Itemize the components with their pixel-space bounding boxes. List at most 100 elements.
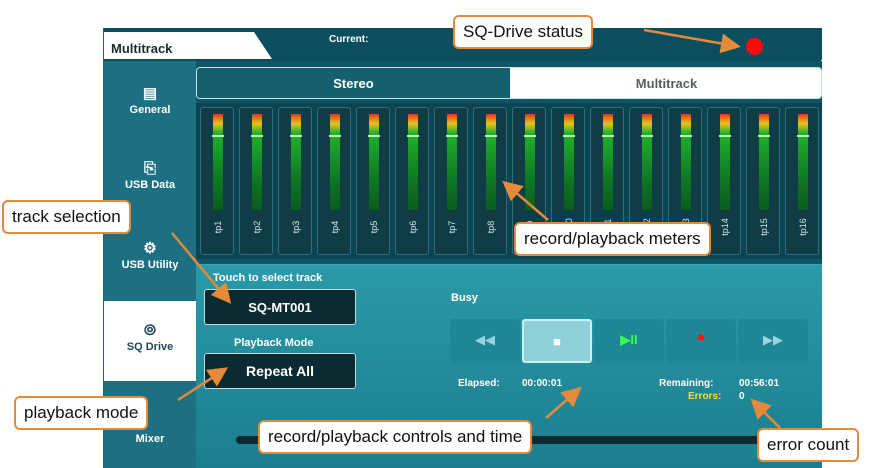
sidebar-item-label: USB Utility <box>121 259 179 271</box>
record-button[interactable]: ● <box>666 319 736 363</box>
track-meter[interactable]: tp2 <box>239 107 273 255</box>
play-pause-button[interactable]: ▶II <box>594 319 664 363</box>
meter-label: tp3 <box>291 220 301 234</box>
meter-bar <box>525 114 535 210</box>
sidebar-item-sq-drive[interactable]: ⦾ SQ Drive <box>104 301 196 381</box>
remaining-value: 00:56:01 <box>739 378 780 389</box>
playback-mode-button[interactable]: Repeat All <box>204 353 356 389</box>
meter-peak <box>758 135 770 137</box>
callout-track-selection: track selection <box>2 200 131 234</box>
callout-error-count: error count <box>757 428 860 462</box>
meter-bar <box>642 114 652 210</box>
playback-mode-label: Playback Mode <box>234 337 314 349</box>
meter-label: tp6 <box>408 220 418 234</box>
meter-bar <box>408 114 418 210</box>
main-content: Stereo Multitrack tp1 tp2 tp3 tp4 tp5 tp… <box>196 61 822 468</box>
screen-tab-title: Multitrack <box>104 32 272 59</box>
meter-label: tp14 <box>720 218 730 236</box>
stop-button[interactable]: ■ <box>522 319 592 363</box>
meter-bar <box>603 114 613 210</box>
meter-bar <box>798 114 808 210</box>
track-meter[interactable]: tp5 <box>356 107 390 255</box>
meter-bar <box>564 114 574 210</box>
errors-label: Errors: <box>688 391 722 402</box>
callout-sq-drive-status: SQ-Drive status <box>453 15 593 49</box>
track-meter[interactable]: tp6 <box>395 107 429 255</box>
remaining-label: Remaining: <box>659 378 714 389</box>
callout-playback-mode: playback mode <box>14 396 149 430</box>
track-meter[interactable]: tp7 <box>434 107 468 255</box>
meter-peak <box>602 135 614 137</box>
rewind-button[interactable]: ◀◀ <box>450 319 520 363</box>
elapsed-label: Elapsed: <box>458 378 500 389</box>
usb-utility-icon: ⚙ <box>143 240 157 257</box>
current-label: Current: <box>329 34 369 45</box>
callout-controls-time: record/playback controls and time <box>258 420 533 454</box>
meter-bar <box>681 114 691 210</box>
drive-status-text: Busy <box>451 292 478 304</box>
sq-drive-icon: ⦾ <box>143 322 156 339</box>
sq-drive-status-indicator <box>746 38 763 55</box>
meter-bar <box>330 114 340 210</box>
meter-bar <box>486 114 496 210</box>
transport-controls: ◀◀ ■ ▶II ● ▶▶ <box>450 319 810 363</box>
meter-peak <box>797 135 809 137</box>
meter-peak <box>329 135 341 137</box>
tab-stereo[interactable]: Stereo <box>197 68 510 98</box>
callout-meters: record/playback meters <box>514 222 711 256</box>
meter-label: tp2 <box>252 220 262 234</box>
meter-peak <box>290 135 302 137</box>
meter-bar <box>720 114 730 210</box>
elapsed-value: 00:00:01 <box>522 378 563 389</box>
screenshot-root: Multitrack Current: ▤ General ⎘ USB Data… <box>0 0 889 468</box>
sidebar-item-general[interactable]: ▤ General <box>104 86 196 126</box>
fast-forward-button[interactable]: ▶▶ <box>738 319 808 363</box>
meter-bar <box>759 114 769 210</box>
meter-peak <box>641 135 653 137</box>
meter-label: tp1 <box>213 220 223 234</box>
sidebar-item-mixer[interactable]: Mixer <box>104 433 196 463</box>
meter-peak <box>251 135 263 137</box>
meter-peak <box>407 135 419 137</box>
meter-peak <box>212 135 224 137</box>
sidebar-item-label: USB Data <box>124 179 176 191</box>
track-meter[interactable]: tp14 <box>707 107 741 255</box>
tab-multitrack[interactable]: Multitrack <box>510 68 821 98</box>
meter-peak <box>446 135 458 137</box>
track-select-label: Touch to select track <box>213 272 323 284</box>
meter-bar <box>291 114 301 210</box>
usb-data-icon: ⎘ <box>143 160 156 177</box>
meter-bridge: tp1 tp2 tp3 tp4 tp5 tp6 tp7 tp8 tp9 tp10… <box>196 103 822 259</box>
errors-value: 0 <box>739 391 745 402</box>
meter-bar <box>213 114 223 210</box>
sidebar-item-usb-data[interactable]: ⎘ USB Data <box>104 161 196 201</box>
meter-label: tp4 <box>330 220 340 234</box>
meter-label: tp5 <box>369 220 379 234</box>
meter-label: tp15 <box>759 218 769 236</box>
meter-bar <box>447 114 457 210</box>
track-meter[interactable]: tp15 <box>746 107 780 255</box>
meter-label: tp8 <box>486 220 496 234</box>
multitrack-screen: Multitrack Current: ▤ General ⎘ USB Data… <box>103 28 822 468</box>
meter-peak <box>524 135 536 137</box>
meter-peak <box>563 135 575 137</box>
track-meter[interactable]: tp3 <box>278 107 312 255</box>
sidebar-item-label: General <box>129 104 171 116</box>
meter-peak <box>680 135 692 137</box>
track-meter[interactable]: tp1 <box>200 107 234 255</box>
track-select-button[interactable]: SQ-MT001 <box>204 289 356 325</box>
mode-tabs: Stereo Multitrack <box>196 67 822 99</box>
track-meter[interactable]: tp16 <box>785 107 819 255</box>
sidebar-item-usb-utility[interactable]: ⚙ USB Utility <box>104 241 196 281</box>
meter-label: tp7 <box>447 220 457 234</box>
meter-peak <box>368 135 380 137</box>
meter-label: tp16 <box>798 218 808 236</box>
meter-peak <box>485 135 497 137</box>
meter-peak <box>719 135 731 137</box>
sidebar-item-label: Mixer <box>135 433 165 445</box>
track-meter[interactable]: tp8 <box>473 107 507 255</box>
meter-bar <box>369 114 379 210</box>
meter-bar <box>252 114 262 210</box>
general-icon: ▤ <box>142 85 158 102</box>
track-meter[interactable]: tp4 <box>317 107 351 255</box>
